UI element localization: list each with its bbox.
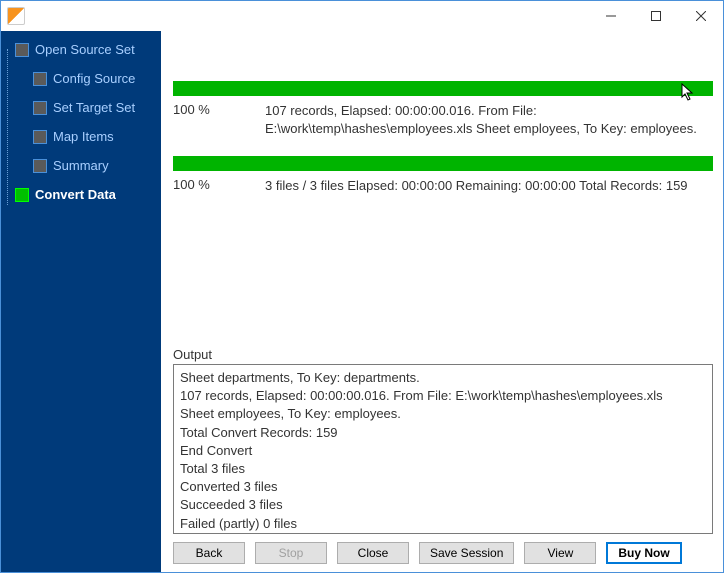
titlebar [1, 1, 723, 31]
overall-progress-row: 100 % 3 files / 3 files Elapsed: 00:00:0… [173, 177, 713, 195]
close-icon [696, 11, 706, 21]
tree-node-icon [33, 72, 47, 86]
body: Open Source Set Config Source Set Target… [1, 31, 723, 572]
overall-percent: 100 % [173, 177, 233, 192]
app-window: Open Source Set Config Source Set Target… [0, 0, 724, 573]
maximize-icon [651, 11, 661, 21]
window-buttons [588, 1, 723, 31]
task-percent: 100 % [173, 102, 233, 117]
button-bar: Back Stop Close Save Session View Buy No… [173, 534, 713, 566]
maximize-button[interactable] [633, 1, 678, 31]
tree-node-icon [33, 159, 47, 173]
task-progress-bar [173, 81, 713, 96]
tree-item-set-target-set[interactable]: Set Target Set [33, 97, 161, 118]
tree-node-icon [33, 130, 47, 144]
app-icon [7, 7, 25, 25]
back-button[interactable]: Back [173, 542, 245, 564]
overall-progress-text: 3 files / 3 files Elapsed: 00:00:00 Rema… [265, 177, 713, 195]
tree-root-label: Open Source Set [35, 42, 135, 57]
tree-item-label: Set Target Set [53, 100, 135, 115]
tree-item-summary[interactable]: Summary [33, 155, 161, 176]
task-progress-row: 100 % 107 records, Elapsed: 00:00:00.016… [173, 102, 713, 138]
tree-item-label: Map Items [53, 129, 114, 144]
task-progress-text: 107 records, Elapsed: 00:00:00.016. From… [265, 102, 713, 138]
overall-progress-bar [173, 156, 713, 171]
tree-node-icon-active [15, 188, 29, 202]
save-session-button[interactable]: Save Session [419, 542, 514, 564]
view-button[interactable]: View [524, 542, 596, 564]
tree-node-icon [15, 43, 29, 57]
close-window-button[interactable] [678, 1, 723, 31]
output-label: Output [173, 347, 713, 362]
wizard-tree: Open Source Set Config Source Set Target… [1, 39, 161, 205]
tree-item-convert-data[interactable]: Convert Data [15, 184, 161, 205]
progress-section: 100 % 107 records, Elapsed: 00:00:00.016… [173, 41, 713, 214]
spacer [173, 214, 713, 347]
tree-children: Config Source Set Target Set Map Items [15, 68, 161, 205]
close-button[interactable]: Close [337, 542, 409, 564]
minimize-icon [606, 11, 616, 21]
tree-item-config-source[interactable]: Config Source [33, 68, 161, 89]
main-panel: 100 % 107 records, Elapsed: 00:00:00.016… [161, 31, 723, 572]
tree-item-label: Summary [53, 158, 109, 173]
buy-now-button[interactable]: Buy Now [606, 542, 681, 564]
sidebar: Open Source Set Config Source Set Target… [1, 31, 161, 572]
output-textarea[interactable]: Sheet departments, To Key: departments. … [173, 364, 713, 534]
tree-item-label: Config Source [53, 71, 135, 86]
tree-item-label: Convert Data [35, 187, 116, 202]
tree-item-map-items[interactable]: Map Items [33, 126, 161, 147]
minimize-button[interactable] [588, 1, 633, 31]
tree-connector [7, 49, 8, 205]
output-section: Output Sheet departments, To Key: depart… [173, 347, 713, 534]
tree-root-node[interactable]: Open Source Set [15, 39, 161, 60]
stop-button[interactable]: Stop [255, 542, 327, 564]
tree-node-icon [33, 101, 47, 115]
